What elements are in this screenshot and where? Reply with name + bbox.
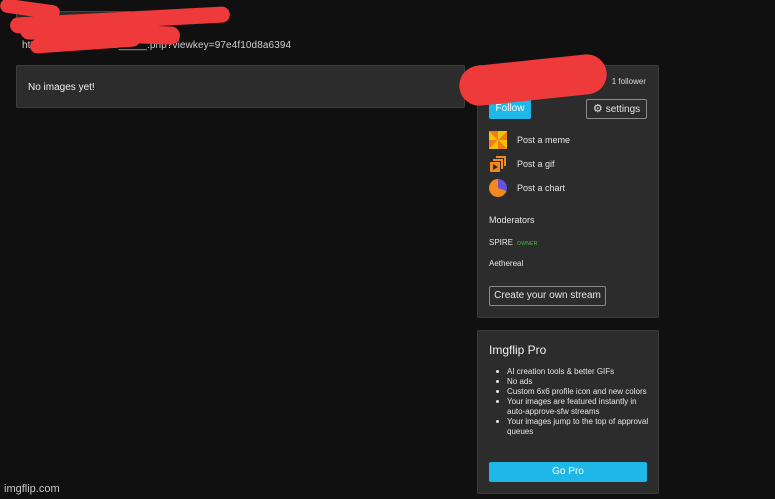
post-item-label: Post a gif [517, 159, 555, 169]
post-meme-link[interactable]: Post a meme [489, 130, 570, 150]
empty-message: No images yet! [28, 82, 95, 93]
post-chart-link[interactable]: Post a chart [489, 178, 565, 198]
moderator-name[interactable]: Aethereal [489, 259, 523, 268]
pro-feature: AI creation tools & better GIFs [496, 367, 654, 377]
create-stream-button[interactable]: Create your own stream [489, 286, 606, 306]
moderator-row: Aethereal [489, 259, 523, 268]
meme-icon [489, 131, 507, 149]
pro-title: Imgflip Pro [489, 343, 547, 357]
owner-badge: OWNER [517, 241, 538, 247]
moderators-heading: Moderators [489, 215, 535, 225]
pro-feature-list: AI creation tools & better GIFs No ads C… [496, 367, 654, 437]
post-item-label: Post a chart [517, 183, 566, 193]
empty-images-box: No images yet! [16, 65, 465, 108]
settings-label: settings [605, 104, 641, 115]
moderator-name[interactable]: SPIRE [489, 238, 513, 247]
gear-icon: ⚙ [592, 103, 603, 115]
chart-icon [489, 179, 507, 197]
gif-icon [489, 155, 507, 173]
pro-feature: No ads [496, 377, 654, 387]
post-item-label: Post a meme [517, 135, 571, 145]
imgflip-watermark: imgflip.com [4, 483, 60, 495]
go-pro-button[interactable]: Go Pro [489, 462, 647, 482]
follower-count: 1 follower [611, 77, 646, 86]
pro-feature: Your images jump to the top of approval … [496, 417, 654, 437]
pro-feature: Your images are featured instantly in au… [496, 397, 654, 417]
post-gif-link[interactable]: Post a gif [489, 154, 555, 174]
pro-feature: Custom 6x6 profile icon and new colors [496, 387, 654, 397]
imgflip-pro-panel: Imgflip Pro AI creation tools & better G… [477, 330, 659, 494]
settings-button[interactable]: ⚙ settings [586, 99, 647, 119]
moderator-row: SPIRE OWNER [489, 238, 538, 247]
